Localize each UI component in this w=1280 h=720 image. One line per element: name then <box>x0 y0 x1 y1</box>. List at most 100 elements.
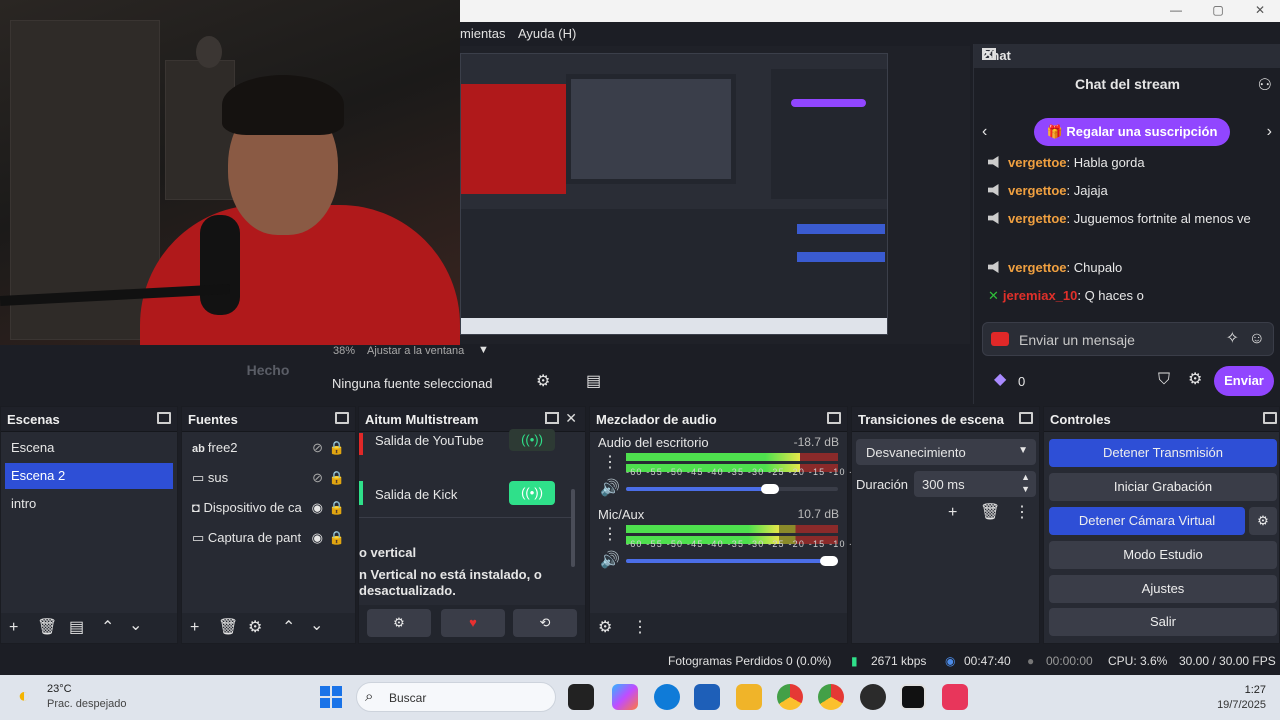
eye-icon[interactable]: ◉ <box>311 525 323 551</box>
zoom-level[interactable]: 38% <box>333 345 355 357</box>
obs-icon[interactable] <box>860 684 886 710</box>
menu-help[interactable]: Ayuda (H) <box>518 26 576 41</box>
clock-date[interactable]: 19/7/2025 <box>1217 699 1266 711</box>
menu-tools[interactable]: mientas <box>460 26 506 41</box>
source-item[interactable]: ▭ Captura de pant ◉ 🔒 <box>186 525 351 551</box>
edge-icon[interactable] <box>654 684 680 710</box>
visibility-hidden-icon[interactable]: ⊘ <box>312 435 323 461</box>
copilot-icon[interactable] <box>612 684 638 710</box>
source-item[interactable]: ▭ sus ⊘ 🔒 <box>186 465 351 491</box>
start-recording-button[interactable]: Iniciar Grabación <box>1049 473 1277 501</box>
points-icon[interactable]: ◆ <box>994 372 1006 388</box>
more-options-icon[interactable]: ⋮ <box>602 527 618 543</box>
chat-input[interactable]: Enviar un mensaje ✧ ☺ <box>982 322 1274 356</box>
scrollbar[interactable] <box>571 489 575 567</box>
gear-icon[interactable]: ⚙ <box>248 620 262 636</box>
tiktok-icon[interactable] <box>942 684 968 710</box>
arrow-down-icon[interactable]: ⌄ <box>129 618 142 634</box>
chrome-icon[interactable] <box>777 684 803 710</box>
arrow-down-icon[interactable]: ⌄ <box>310 618 323 634</box>
duration-spinbox[interactable]: 300 ms ▲ ▼ <box>914 471 1036 497</box>
undock-icon[interactable] <box>827 412 841 424</box>
source-item[interactable]: ab free2 ⊘ 🔒 <box>186 435 351 461</box>
weather-icon[interactable]: ◐ <box>18 685 30 708</box>
more-options-icon[interactable]: ⋮ <box>632 620 648 636</box>
weather-desc[interactable]: Prac. despejado <box>47 698 127 710</box>
visibility-hidden-icon[interactable]: ⊘ <box>312 465 323 491</box>
volume-slider[interactable] <box>626 484 838 494</box>
minimize-button[interactable]: — <box>1168 3 1184 19</box>
more-options-icon[interactable]: ⋮ <box>602 455 618 471</box>
settings-button[interactable]: Ajustes <box>1049 575 1277 603</box>
settings-icon[interactable]: ⚙ <box>1188 372 1202 388</box>
taskbar-search[interactable]: ⌕ Buscar <box>356 682 556 712</box>
stream-toggle-button[interactable]: ((•)) <box>509 429 555 451</box>
trash-icon[interactable]: 🗑 <box>980 505 1000 521</box>
speaker-icon[interactable]: 🔊 <box>600 553 620 569</box>
add-icon[interactable]: + <box>9 620 18 636</box>
volume-knob[interactable] <box>760 484 779 494</box>
trash-icon[interactable]: 🗑 <box>218 620 238 636</box>
source-item[interactable]: ◘ Dispositivo de ca ◉ 🔒 <box>186 495 351 521</box>
lock-icon[interactable]: 🔒 <box>329 495 345 521</box>
studio-mode-button[interactable]: Modo Estudio <box>1049 541 1277 569</box>
send-button[interactable]: Enviar <box>1214 366 1274 396</box>
task-view-icon[interactable] <box>568 684 594 710</box>
more-options-icon[interactable]: ⋮ <box>1014 505 1030 521</box>
arrow-up-icon[interactable]: ⌃ <box>282 620 295 636</box>
capcut-icon[interactable] <box>900 684 926 710</box>
trash-icon[interactable]: 🗑 <box>37 620 57 636</box>
lock-icon[interactable]: 🔒 <box>329 525 345 551</box>
stop-streaming-button[interactable]: Detener Transmisión <box>1049 439 1277 467</box>
volume-slider[interactable] <box>626 556 838 566</box>
chevron-up-icon[interactable]: ▲ <box>1021 472 1030 482</box>
advanced-audio-icon[interactable]: ⚙ <box>598 620 612 636</box>
arrow-up-icon[interactable]: ⌃ <box>101 620 114 636</box>
chevron-left-icon[interactable]: ‹ <box>982 124 987 140</box>
filters-icon[interactable]: ▤ <box>69 620 84 636</box>
undock-icon[interactable] <box>545 412 559 424</box>
file-explorer-icon[interactable] <box>736 684 762 710</box>
refresh-button[interactable]: ⟲ <box>513 609 577 637</box>
speaker-icon[interactable]: 🔊 <box>600 481 620 497</box>
store-icon[interactable] <box>694 684 720 710</box>
close-icon[interactable]: ✕ <box>565 410 577 427</box>
undock-icon[interactable] <box>1019 412 1033 424</box>
gear-icon[interactable]: ⚙ <box>536 374 550 390</box>
clock-time[interactable]: 1:27 <box>1245 684 1266 696</box>
weather-temp[interactable]: 23°C <box>47 683 72 695</box>
undock-icon[interactable] <box>335 412 349 424</box>
add-icon[interactable]: + <box>948 505 957 521</box>
filters-icon[interactable]: ▤ <box>586 374 601 390</box>
add-icon[interactable]: + <box>190 620 199 636</box>
windows-start-icon[interactable] <box>320 686 342 708</box>
lock-icon[interactable]: 🔒 <box>329 465 345 491</box>
shield-icon[interactable]: ⛉ <box>1158 372 1170 388</box>
exit-button[interactable]: Salir <box>1049 608 1277 636</box>
stop-virtual-camera-button[interactable]: Detener Cámara Virtual <box>1049 507 1245 535</box>
stream-toggle-button[interactable]: ((•)) <box>509 481 555 505</box>
eye-icon[interactable]: ◉ <box>311 495 323 521</box>
emoji-icon[interactable]: ☺ <box>1249 331 1265 347</box>
chevron-down-icon[interactable]: ▼ <box>478 344 489 356</box>
close-window-button[interactable]: ✕ <box>1252 3 1268 19</box>
chrome-icon[interactable] <box>818 684 844 710</box>
users-icon[interactable]: ⚇ <box>1258 78 1272 94</box>
fit-window-label[interactable]: Ajustar a la ventana <box>367 345 464 357</box>
chevron-right-icon[interactable]: › <box>1267 124 1272 140</box>
transition-select[interactable]: Desvanecimiento ▼ <box>856 439 1036 465</box>
settings-button[interactable]: ⚙ <box>367 609 431 637</box>
close-icon[interactable]: ✕ <box>982 46 1276 63</box>
chevron-down-icon[interactable]: ▼ <box>1021 484 1030 494</box>
scene-item[interactable]: Escena <box>5 435 173 461</box>
undock-icon[interactable] <box>157 412 171 424</box>
done-button[interactable]: Hecho <box>224 357 312 383</box>
scene-item[interactable]: Escena 2 <box>5 463 173 489</box>
gift-subscription-button[interactable]: 🎁 Regalar una suscripción <box>1034 118 1230 146</box>
scene-item[interactable]: intro <box>5 491 173 517</box>
lock-icon[interactable]: 🔒 <box>329 435 345 461</box>
volume-knob[interactable] <box>820 556 838 566</box>
maximize-button[interactable]: ▢ <box>1210 3 1226 19</box>
undock-icon[interactable] <box>1263 412 1277 424</box>
virtual-camera-settings-button[interactable]: ⚙ <box>1249 507 1277 535</box>
